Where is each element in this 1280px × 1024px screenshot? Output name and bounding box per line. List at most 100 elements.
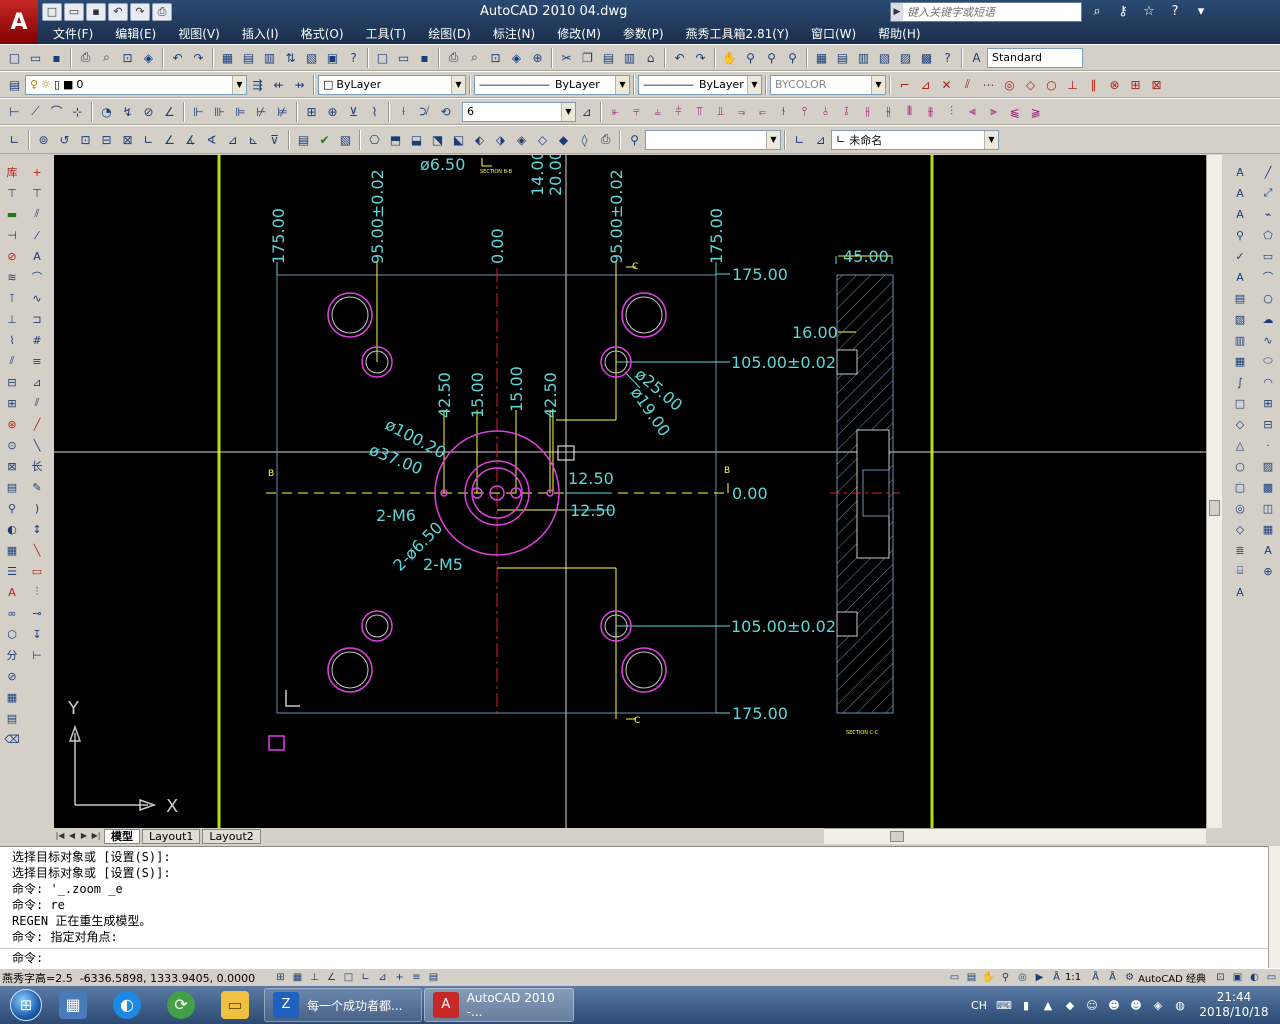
view-right-icon[interactable]: ⬕: [448, 129, 469, 150]
ucs-combo[interactable]: ∟ 未命名 ▼: [831, 129, 999, 150]
3d-dwf-icon[interactable]: ◈: [138, 47, 159, 68]
markup-icon[interactable]: ▨: [895, 47, 916, 68]
hatch-icon[interactable]: ⫽: [27, 204, 47, 224]
table-icon[interactable]: ▦: [217, 47, 238, 68]
command-input-line[interactable]: 命令:: [0, 948, 1268, 966]
ucs-world-icon[interactable]: ⊚: [33, 129, 54, 150]
polyline-icon[interactable]: ⌁: [1258, 204, 1278, 224]
view-combo[interactable]: ▼: [645, 129, 781, 150]
quickcalc-icon[interactable]: ▩: [916, 47, 937, 68]
square-icon[interactable]: □: [1230, 393, 1250, 413]
tab-layout2[interactable]: Layout2: [202, 828, 261, 844]
object-snap-tracking-icon[interactable]: ∟: [357, 970, 374, 986]
binoculars-icon[interactable]: ⌕: [1086, 3, 1108, 21]
view-top-icon[interactable]: ⬒: [385, 129, 406, 150]
text-ab-icon[interactable]: A: [27, 246, 47, 266]
diagonal-icon[interactable]: ╲: [27, 435, 47, 455]
ucs-icon[interactable]: ∟: [4, 129, 25, 150]
key-icon[interactable]: ⚷: [1112, 3, 1134, 21]
snap-quadrant-icon[interactable]: ◇: [1020, 74, 1041, 95]
paren-icon[interactable]: ): [27, 498, 47, 518]
tab-prev-icon[interactable]: ◀: [66, 829, 78, 843]
snap-extension-icon[interactable]: ⋯: [978, 74, 999, 95]
stack-icon[interactable]: ▤: [2, 708, 22, 728]
ucs-zaxis-icon[interactable]: ∠: [159, 129, 180, 150]
cylinder-icon[interactable]: ⌸: [1230, 561, 1250, 581]
wechat-icon[interactable]: ◍: [1172, 999, 1188, 1012]
arc-icon[interactable]: ⌒: [1258, 267, 1278, 287]
curve-icon[interactable]: ∫: [1230, 372, 1250, 392]
new-icon[interactable]: □: [372, 47, 393, 68]
text-style-combo[interactable]: Standard: [987, 47, 1083, 68]
plot-preview-icon[interactable]: ⌕: [96, 47, 117, 68]
point-icon[interactable]: ·: [1258, 435, 1278, 455]
center-mark-icon[interactable]: ⊕: [322, 101, 343, 122]
make-current-icon[interactable]: ⇶: [247, 74, 268, 95]
stripe-icon[interactable]: ⫽: [27, 393, 47, 413]
avatar-icon[interactable]: ☺: [1084, 999, 1100, 1012]
tolerance-icon[interactable]: ⊞: [301, 101, 322, 122]
wave-icon[interactable]: ∿: [27, 288, 47, 308]
view-left-icon[interactable]: ⬔: [427, 129, 448, 150]
help-icon[interactable]: ?: [1164, 3, 1186, 21]
ellipse-arc-icon[interactable]: ◠: [1258, 372, 1278, 392]
arc-icon[interactable]: ⌒: [27, 267, 47, 287]
block-icon[interactable]: ⬡: [2, 624, 22, 644]
object-snap-icon[interactable]: □: [340, 970, 357, 986]
menu-file[interactable]: 文件(F): [42, 26, 104, 42]
named-views-icon[interactable]: ⎔: [364, 129, 385, 150]
text-a-icon[interactable]: A: [1230, 582, 1250, 602]
color-combo[interactable]: □ ByLayer ▼: [318, 74, 466, 95]
menu-format[interactable]: 格式(O): [290, 26, 355, 42]
application-menu-button[interactable]: A: [0, 0, 38, 44]
circle-icon[interactable]: ○: [1258, 288, 1278, 308]
layer-icon[interactable]: ▦: [2, 540, 22, 560]
rectangle-icon[interactable]: ▭: [1258, 246, 1278, 266]
text-frame-icon[interactable]: ▧: [1230, 309, 1250, 329]
yanxiu-tool-18-icon[interactable]: ⫷: [962, 101, 983, 122]
spring-icon[interactable]: ⌇: [2, 330, 22, 350]
layout-icon[interactable]: ▤: [963, 970, 980, 986]
view-bottom-icon[interactable]: ⬓: [406, 129, 427, 150]
dim-angular-icon[interactable]: ∠: [159, 101, 180, 122]
cut-icon[interactable]: ✂: [556, 47, 577, 68]
ucs-face-icon[interactable]: ⊡: [75, 129, 96, 150]
erase-icon[interactable]: ⌫: [2, 729, 22, 749]
yanxiu-tool-5-icon[interactable]: ⫪: [689, 101, 710, 122]
table-icon[interactable]: ▦: [2, 687, 22, 707]
yanxiu-tool-1-icon[interactable]: ⫦: [605, 101, 626, 122]
yanxiu-tool-4-icon[interactable]: ⫩: [668, 101, 689, 122]
yanxiu-tool-19-icon[interactable]: ⫸: [983, 101, 1004, 122]
ucs-3point-icon[interactable]: ∡: [180, 129, 201, 150]
redo-icon[interactable]: ↷: [130, 3, 150, 21]
open-icon[interactable]: ▭: [393, 47, 414, 68]
linetype-combo[interactable]: ——————— ByLayer ▼: [474, 74, 630, 95]
text-icon[interactable]: A: [1230, 162, 1250, 182]
hardware-accel-icon[interactable]: ▣: [1229, 970, 1246, 986]
menu-view[interactable]: 视图(V): [167, 26, 231, 42]
tab-next-icon[interactable]: ▶: [78, 829, 90, 843]
dim-linear-icon[interactable]: ⊢: [4, 101, 25, 122]
ucs-z-icon[interactable]: ⊾: [243, 129, 264, 150]
measure-icon[interactable]: ⊘: [2, 666, 22, 686]
library-icon[interactable]: 库: [2, 162, 22, 182]
slash-icon[interactable]: ╱: [27, 414, 47, 434]
snap-node-icon[interactable]: ⊗: [1104, 74, 1125, 95]
tab-model[interactable]: 模型: [104, 828, 140, 844]
tab-first-icon[interactable]: |◀: [54, 829, 66, 843]
yanxiu-tool-6-icon[interactable]: ⫫: [710, 101, 731, 122]
stack-icon[interactable]: ≡: [27, 351, 47, 371]
ellipse-icon[interactable]: ⬭: [1258, 351, 1278, 371]
view-front-icon[interactable]: ⬖: [469, 129, 490, 150]
yanxiu-tool-12-icon[interactable]: ⫱: [836, 101, 857, 122]
long-icon[interactable]: 长: [27, 456, 47, 476]
quick-dim-icon[interactable]: ⊩: [188, 101, 209, 122]
dim-space-icon[interactable]: ⊬: [251, 101, 272, 122]
vertical-scroll-thumb[interactable]: [1209, 500, 1220, 516]
insert-block-icon[interactable]: ⊞: [1258, 393, 1278, 413]
pan-icon[interactable]: ✋: [719, 47, 740, 68]
auto-scale-icon[interactable]: Å: [1104, 970, 1121, 986]
show-hidden-icons[interactable]: ▲: [1040, 999, 1056, 1012]
zoom-icon[interactable]: ⚲: [997, 970, 1014, 986]
menu-help[interactable]: 帮助(H): [867, 26, 931, 42]
